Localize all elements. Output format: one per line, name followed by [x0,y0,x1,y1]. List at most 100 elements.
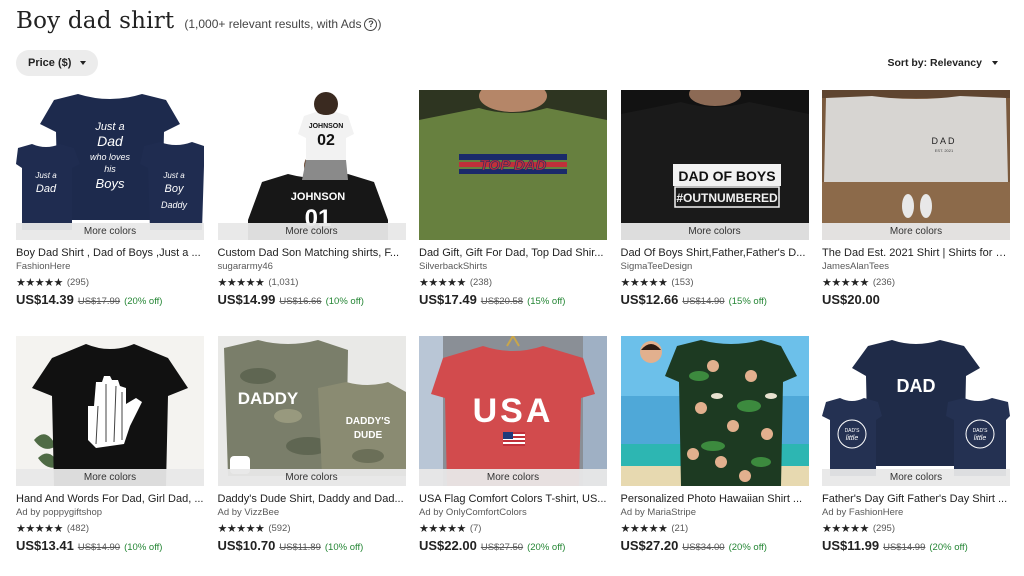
shop-name: sugararmy46 [217,261,273,272]
sort-label: Sort by: Relevancy [887,57,982,69]
review-count: (592) [268,522,291,534]
product-card[interactable]: DAD OF BOYS #OUTNUMBERED More colors Dad… [620,90,809,328]
sale-price: US$17.49 [419,292,477,307]
product-image[interactable]: TOP DAD [419,90,607,240]
product-title[interactable]: Personalized Photo Hawaiian Shirt ... [621,492,809,506]
product-title[interactable]: Dad Gift, Gift For Dad, Top Dad Shir... [419,246,607,260]
product-title[interactable]: Hand And Words For Dad, Girl Dad, ... [16,492,204,506]
star-rating-icon: ★★★★★ [419,275,466,289]
product-card[interactable]: DADDY DADDY'S DUDE More colors Daddy's D… [217,336,406,574]
review-count: (482) [66,522,89,534]
product-image[interactable]: More colors [16,336,204,486]
svg-text:Just a: Just a [162,171,185,180]
product-title[interactable]: Custom Dad Son Matching shirts, F... [218,246,406,260]
svg-text:EST. 2021: EST. 2021 [935,148,954,153]
review-count: (238) [469,276,492,288]
star-rating-icon: ★★★★★ [217,275,265,289]
svg-text:Dad: Dad [97,133,124,149]
shop-name: FashionHere [16,261,71,272]
svg-text:02: 02 [317,132,335,149]
product-card[interactable]: DAD DAD'S little DAD'S little More color… [822,336,1010,574]
product-image[interactable]: JOHNSON 02 JOHNSON 01 More colors [217,90,406,240]
product-card[interactable]: Personalized Photo Hawaiian Shirt ... Ad… [620,336,809,574]
more-colors-label: More colors [822,223,1010,240]
product-image[interactable]: DAD DAD'S little DAD'S little More color… [822,336,1010,486]
product-card[interactable]: DAD EST. 2021 More colors The Dad Est. 2… [822,90,1010,328]
price-row: US$13.41 US$14.90 (10% off) [16,538,204,553]
star-rating-icon: ★★★★★ [822,275,869,289]
product-card[interactable]: USA More colors USA Flag Comfort Colors … [419,336,607,574]
result-count-close: ) [377,17,382,31]
sale-price: US$20.00 [822,292,880,307]
discount-label: (20% off) [527,542,566,553]
sale-price: US$27.20 [620,538,679,553]
discount-label: (10% off) [325,296,364,307]
discount-label: (10% off) [324,542,364,553]
more-colors-label: More colors [16,223,204,240]
more-colors-label: More colors [620,223,809,240]
rating: ★★★★★ (236) [822,275,1010,289]
product-card[interactable]: TOP DAD Dad Gift, Gift For Dad, Top Dad … [419,90,607,328]
product-grid: Just a Dad who loves his Boys Just a Dad… [16,90,1010,574]
svg-text:DADDY: DADDY [237,389,298,408]
review-count: (295) [872,522,895,534]
svg-text:USA: USA [473,392,554,430]
star-rating-icon: ★★★★★ [16,275,63,289]
review-count: (21) [671,522,689,534]
original-price: US$34.00 [682,542,725,553]
product-title[interactable]: Boy Dad Shirt , Dad of Boys ,Just a ... [16,246,204,260]
rating: ★★★★★ (1,031) [217,275,406,289]
product-title[interactable]: Father's Day Gift Father's Day Shirt ... [822,492,1010,506]
price-filter-label: Price ($) [28,57,72,69]
search-header: Boy dad shirt (1,000+ relevant results, … [16,8,381,34]
original-price: US$17.99 [77,296,121,307]
review-count: (7) [469,522,482,534]
original-price: US$14.90 [77,542,121,553]
shop-name: Ad by poppygiftshop [16,507,103,518]
rating: ★★★★★ (482) [16,522,204,535]
review-count: (295) [66,276,89,288]
svg-text:#OUTNUMBERED: #OUTNUMBERED [676,191,778,205]
original-price: US$20.58 [480,296,524,307]
product-image[interactable] [620,336,809,486]
discount-label: (20% off) [929,542,968,553]
product-image[interactable]: DAD EST. 2021 More colors [822,90,1010,240]
discount-label: (10% off) [124,542,163,553]
price-row: US$17.49 US$20.58 (15% off) [419,292,607,307]
product-image[interactable]: USA More colors [419,336,607,486]
sale-price: US$11.99 [822,538,880,553]
help-icon[interactable]: ? [364,17,378,31]
product-title[interactable]: Daddy's Dude Shirt, Daddy and Dad... [218,492,406,506]
svg-text:Boys: Boys [96,176,125,191]
discount-label: (20% off) [728,542,767,553]
shop-name: SigmaTeeDesign [620,261,693,272]
svg-text:DAD: DAD [897,376,936,396]
product-title[interactable]: USA Flag Comfort Colors T-shirt, US... [419,492,607,506]
more-colors-label: More colors [217,469,406,486]
svg-text:DAD'S: DAD'S [845,428,861,434]
discount-label: (20% off) [124,296,163,307]
more-colors-label: More colors [16,469,204,486]
product-card[interactable]: More colors Hand And Words For Dad, Girl… [16,336,204,574]
price-row: US$11.99 US$14.99 (20% off) [822,538,1010,553]
product-image[interactable]: DAD OF BOYS #OUTNUMBERED More colors [620,90,809,240]
product-image[interactable]: DADDY DADDY'S DUDE More colors [217,336,406,486]
sort-dropdown[interactable]: Sort by: Relevancy [887,57,998,69]
shop-name: Ad by VizzBee [217,507,280,518]
svg-text:JOHNSON: JOHNSON [308,123,343,130]
svg-text:Dad: Dad [36,183,57,195]
svg-text:little: little [974,435,987,442]
product-title[interactable]: Dad Of Boys Shirt,Father,Father's D... [621,246,809,260]
product-card[interactable]: Just a Dad who loves his Boys Just a Dad… [16,90,204,328]
discount-label: (15% off) [527,296,566,307]
product-image[interactable]: Just a Dad who loves his Boys Just a Dad… [16,90,204,240]
price-filter-button[interactable]: Price ($) [16,50,99,76]
sale-price: US$12.66 [620,292,679,307]
product-title[interactable]: The Dad Est. 2021 Shirt | Shirts for D..… [822,246,1010,260]
price-row: US$14.99 US$16.66 (10% off) [218,292,406,307]
rating: ★★★★★ (295) [16,275,204,289]
product-card[interactable]: JOHNSON 02 JOHNSON 01 More colors Custom… [217,90,406,328]
discount-label: (15% off) [728,296,767,307]
star-rating-icon: ★★★★★ [822,521,869,535]
sale-price: US$13.41 [16,538,74,553]
